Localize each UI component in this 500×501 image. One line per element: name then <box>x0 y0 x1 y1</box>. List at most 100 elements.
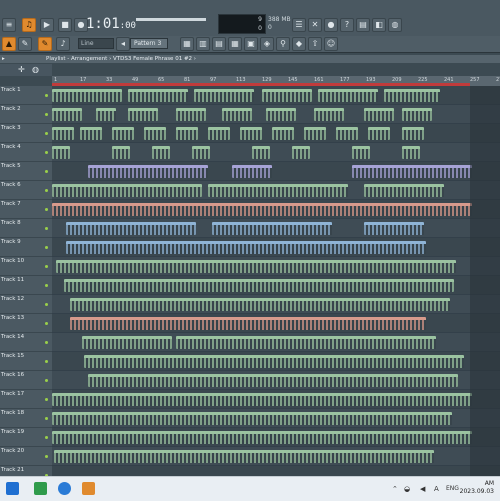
clip[interactable] <box>52 203 472 216</box>
track-lane[interactable] <box>52 352 500 371</box>
plugin-icon[interactable]: ◧ <box>372 18 386 32</box>
track-lane[interactable] <box>52 219 500 238</box>
playlist-window-icon[interactable]: ▦ <box>228 37 242 51</box>
clip[interactable] <box>240 127 262 140</box>
people-icon[interactable]: ☺ <box>324 37 338 51</box>
excel-icon[interactable] <box>34 482 47 495</box>
browser-window-icon[interactable]: ▣ <box>244 37 258 51</box>
track-header[interactable]: Track 14 <box>0 333 52 352</box>
clip[interactable] <box>336 127 358 140</box>
clip[interactable] <box>54 450 434 463</box>
track-mute-led[interactable] <box>45 379 48 382</box>
track-header[interactable]: Track 7 <box>0 200 52 219</box>
playlist-title-bar[interactable]: ▸ Playlist - Arrangement › VTDS3 Female … <box>0 55 500 63</box>
clip[interactable] <box>384 89 440 102</box>
clip[interactable] <box>88 165 208 178</box>
clip[interactable] <box>128 108 158 121</box>
track-lane[interactable] <box>52 390 500 409</box>
clip[interactable] <box>52 108 82 121</box>
track-header[interactable]: Track 17 <box>0 390 52 409</box>
track-mute-led[interactable] <box>45 170 48 173</box>
track-lane[interactable] <box>52 238 500 257</box>
microphone-icon[interactable]: ● <box>324 18 338 32</box>
clip[interactable] <box>304 127 326 140</box>
track-header[interactable]: Track 4 <box>0 143 52 162</box>
close-icon[interactable]: ✕ <box>308 18 322 32</box>
clip[interactable] <box>176 108 206 121</box>
track-header[interactable]: Track 9 <box>0 238 52 257</box>
track-lane[interactable] <box>52 333 500 352</box>
piano-roll-icon[interactable]: ▦ <box>180 37 194 51</box>
clip[interactable] <box>70 317 426 330</box>
clip[interactable] <box>52 412 452 425</box>
clip[interactable] <box>176 336 436 349</box>
track-mute-led[interactable] <box>45 132 48 135</box>
stop-button[interactable]: ■ <box>58 18 72 32</box>
track-mute-led[interactable] <box>45 303 48 306</box>
volume-icon[interactable]: ◀ <box>420 485 425 493</box>
track-lane[interactable] <box>52 124 500 143</box>
track-mute-led[interactable] <box>45 360 48 363</box>
clip[interactable] <box>52 184 202 197</box>
mixer-icon[interactable]: ☰ <box>292 18 306 32</box>
clip[interactable] <box>84 355 464 368</box>
browser-icon[interactable] <box>58 482 71 495</box>
tempo-tap-icon[interactable]: ◆ <box>292 37 306 51</box>
pattern-song-toggle[interactable]: ♫ <box>22 18 36 32</box>
track-mute-led[interactable] <box>45 151 48 154</box>
track-header[interactable]: Track 15 <box>0 352 52 371</box>
track-lane[interactable] <box>52 143 500 162</box>
clip[interactable] <box>222 108 252 121</box>
help-icon[interactable]: ? <box>340 18 354 32</box>
clip[interactable] <box>64 279 454 292</box>
snap-select[interactable]: Line <box>78 38 114 49</box>
ime-icon[interactable]: A <box>434 485 439 493</box>
clip[interactable] <box>364 184 444 197</box>
track-lane[interactable] <box>52 371 500 390</box>
track-lane[interactable] <box>52 86 500 105</box>
clip[interactable] <box>80 127 102 140</box>
track-mute-led[interactable] <box>45 227 48 230</box>
playlist-menu-icon[interactable]: ▸ <box>2 55 5 63</box>
track-lane[interactable] <box>52 181 500 200</box>
clip[interactable] <box>176 127 198 140</box>
clip[interactable] <box>96 108 116 121</box>
chevron-up-icon[interactable]: ⌃ <box>392 485 398 493</box>
track-header[interactable]: Track 11 <box>0 276 52 295</box>
track-header[interactable]: Track 18 <box>0 409 52 428</box>
playlist-settings-icon[interactable]: ◍ <box>32 65 39 74</box>
menu-icon[interactable]: ≡ <box>2 18 16 32</box>
clip[interactable] <box>52 127 74 140</box>
track-lane[interactable] <box>52 105 500 124</box>
draw-tool-icon[interactable]: ✎ <box>18 37 32 51</box>
clip[interactable] <box>56 260 456 273</box>
clip[interactable] <box>262 89 312 102</box>
clip[interactable] <box>208 184 348 197</box>
clip[interactable] <box>144 127 166 140</box>
clip[interactable] <box>82 336 172 349</box>
track-mute-led[interactable] <box>45 208 48 211</box>
track-lane[interactable] <box>52 162 500 181</box>
track-lane[interactable] <box>52 276 500 295</box>
clip[interactable] <box>66 241 426 254</box>
clip[interactable] <box>402 127 424 140</box>
language-indicator[interactable]: ENG <box>446 485 459 492</box>
clip[interactable] <box>52 393 472 406</box>
mixer-window-icon[interactable]: ▤ <box>212 37 226 51</box>
clip[interactable] <box>352 165 472 178</box>
clip[interactable] <box>70 298 450 311</box>
track-mute-led[interactable] <box>45 322 48 325</box>
track-header[interactable]: Track 8 <box>0 219 52 238</box>
clip[interactable] <box>318 89 378 102</box>
clip[interactable] <box>368 127 390 140</box>
track-lane[interactable] <box>52 200 500 219</box>
arrangement-area[interactable] <box>52 86 500 476</box>
track-mute-led[interactable] <box>45 436 48 439</box>
track-header[interactable]: Track 20 <box>0 447 52 466</box>
pattern-select[interactable]: Pattern 3 <box>130 38 168 49</box>
play-button[interactable]: ▶ <box>40 18 54 32</box>
browser-icon[interactable]: ▤ <box>356 18 370 32</box>
track-mute-led[interactable] <box>45 417 48 420</box>
track-lane[interactable] <box>52 257 500 276</box>
track-lane[interactable] <box>52 466 500 476</box>
